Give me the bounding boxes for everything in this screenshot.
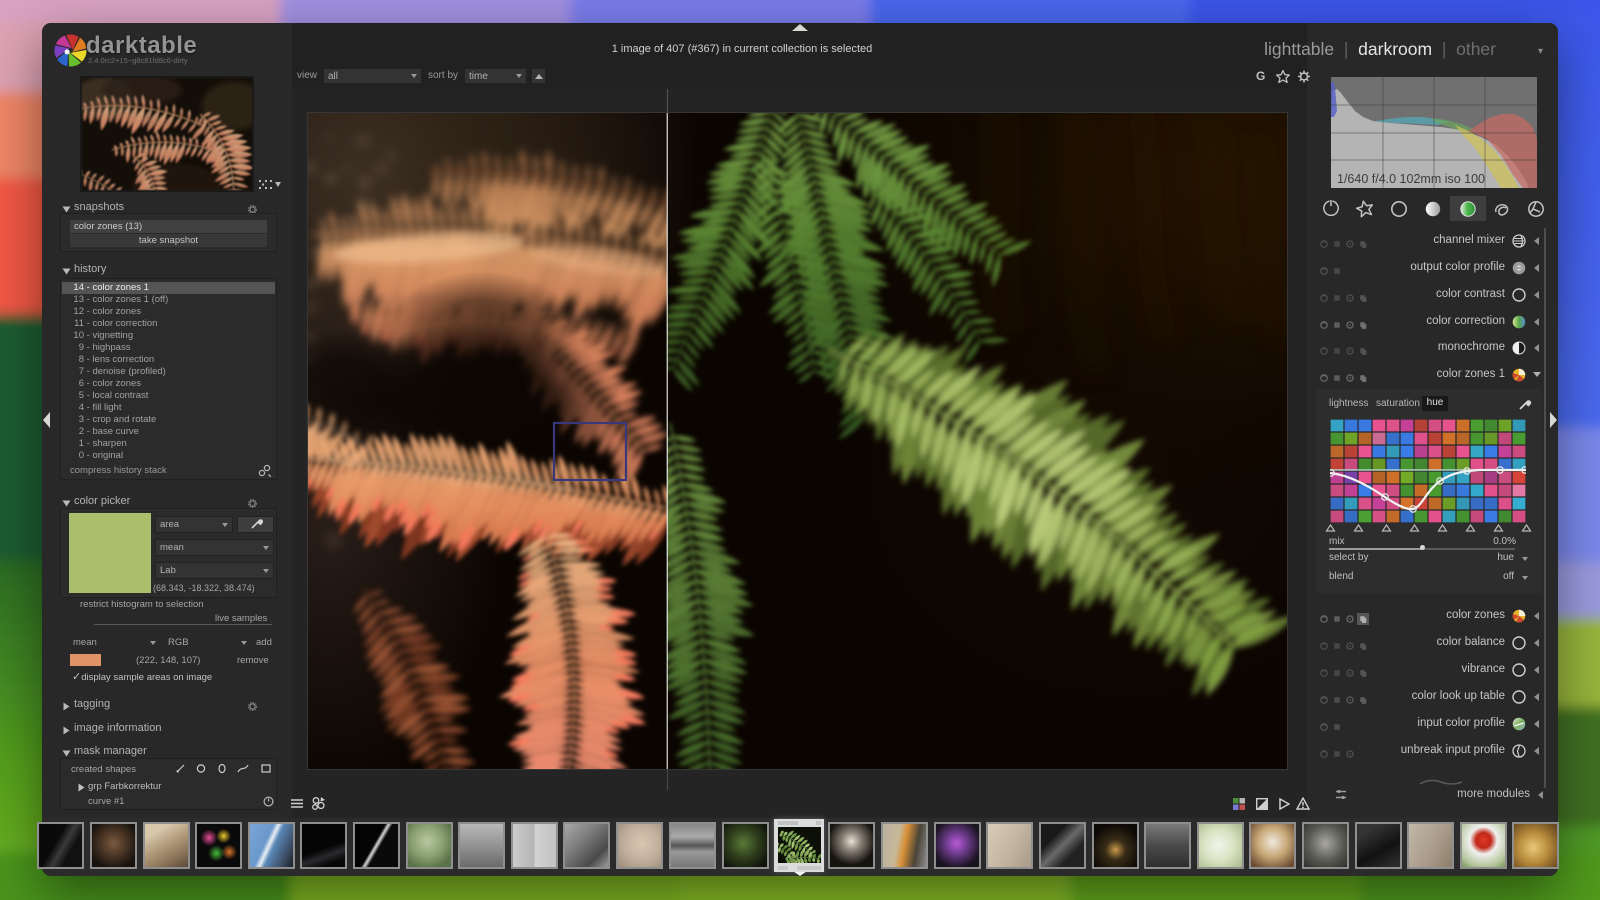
svg-text:G: G: [1256, 69, 1265, 83]
svg-text:1/640 f/4.0 102mm iso 100: 1/640 f/4.0 102mm iso 100: [1337, 172, 1485, 186]
